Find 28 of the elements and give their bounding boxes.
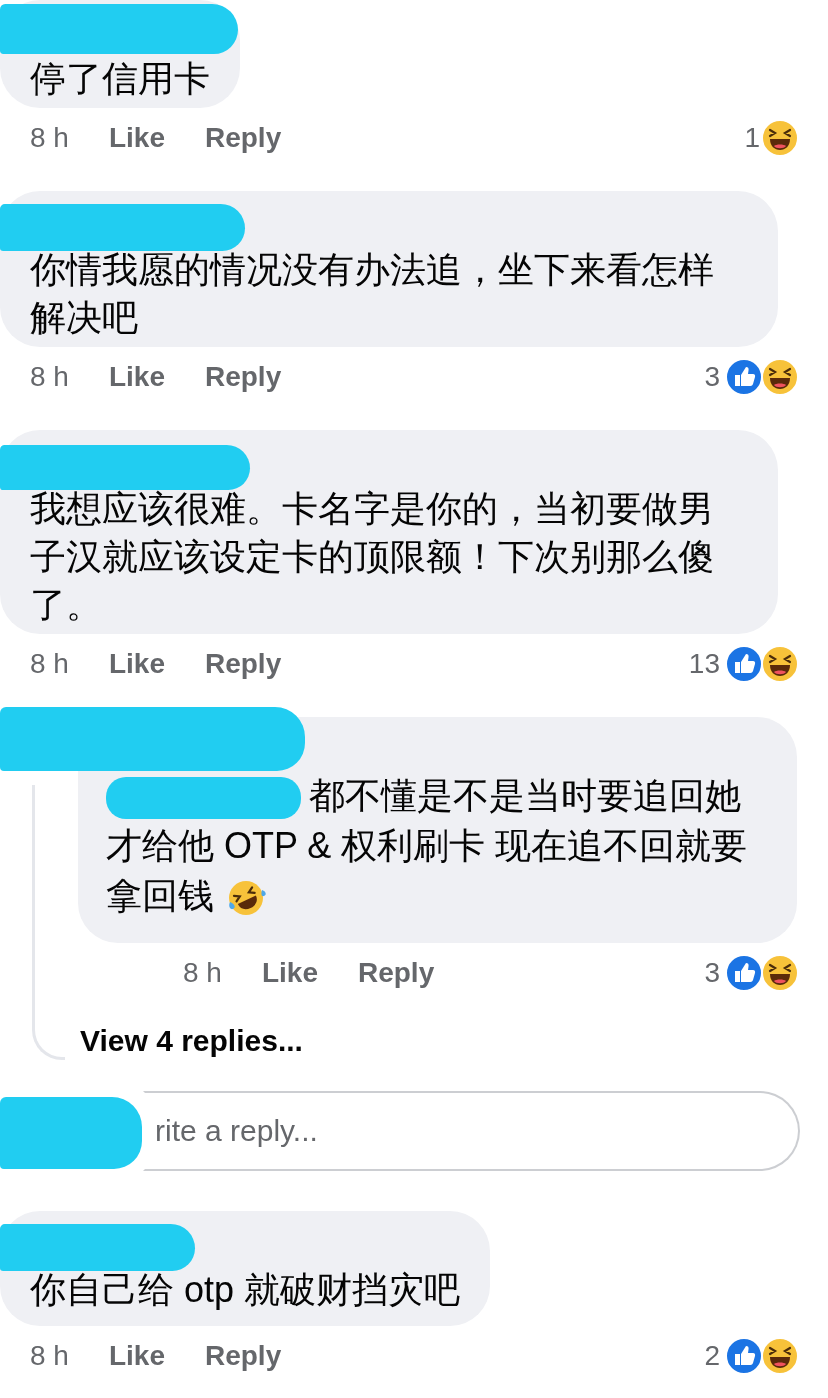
- timestamp: 8 h: [30, 122, 69, 154]
- reply-button[interactable]: Reply: [204, 361, 282, 393]
- comment-text: 你情我愿的情况没有办法追，坐下来看怎样解决吧: [30, 248, 715, 340]
- like-button[interactable]: Like: [108, 1340, 165, 1372]
- comment-text: 停了信用卡: [30, 57, 210, 101]
- like-button[interactable]: Like: [261, 957, 318, 989]
- reply-button[interactable]: Reply: [204, 122, 282, 154]
- timestamp: 8 h: [183, 957, 222, 989]
- timestamp: 8 h: [30, 361, 69, 393]
- reaction-count: 3: [704, 361, 720, 393]
- reaction-count: 2: [704, 1340, 720, 1372]
- reaction-count: 3: [704, 957, 720, 989]
- like-button[interactable]: Like: [108, 122, 165, 154]
- reply-button[interactable]: Reply: [204, 648, 282, 680]
- reply-button[interactable]: Reply: [357, 957, 435, 989]
- comment-text: 你自己给 otp 就破财挡灾吧: [30, 1268, 461, 1312]
- like-button[interactable]: Like: [108, 361, 165, 393]
- reply-button[interactable]: Reply: [204, 1340, 282, 1372]
- reply-input-field[interactable]: rite a reply...: [143, 1091, 800, 1171]
- timestamp: 8 h: [30, 1340, 69, 1372]
- view-replies-link[interactable]: View 4 replies...: [80, 1016, 303, 1066]
- reply-text: 都不懂是不是当时要追回她才给他 OTP & 权利刷卡 现在追不回就要: [106, 775, 748, 866]
- timestamp: 8 h: [30, 648, 69, 680]
- reply-text: 拿回钱: [106, 875, 214, 916]
- reaction-count: 13: [688, 648, 720, 680]
- reaction-count: 1: [744, 122, 760, 154]
- comment-text: 我想应该很难。卡名字是你的，当初要做男子汉就应该设定卡的顶限额！下次别那么傻了。: [30, 487, 715, 627]
- like-button[interactable]: Like: [108, 648, 165, 680]
